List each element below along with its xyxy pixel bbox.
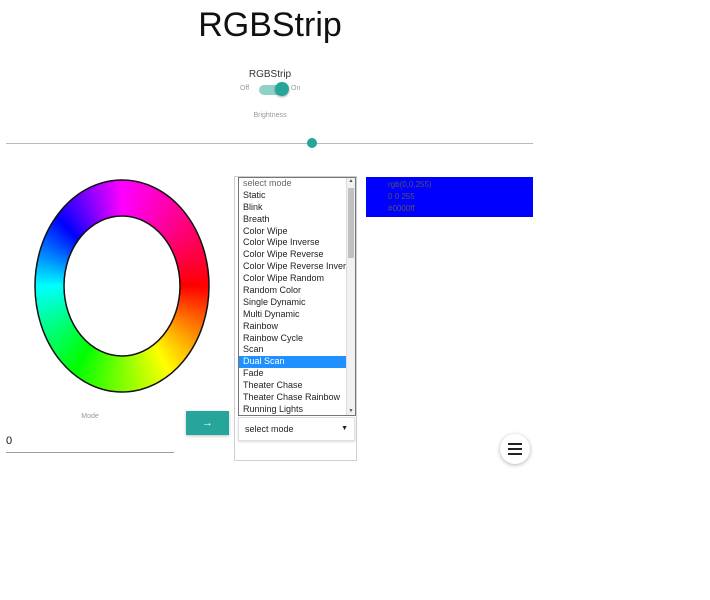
current-color-panel: rgb(0,0,255) 0 0 255 #0000ff	[366, 177, 533, 217]
color-wheel[interactable]	[34, 179, 210, 393]
mode-option[interactable]: Blink	[239, 202, 355, 214]
power-on-label: On	[291, 85, 301, 92]
mode-select[interactable]: select mode ▼	[238, 417, 355, 441]
option-list-scroll-thumb[interactable]	[348, 188, 354, 258]
color-wheel-icon[interactable]	[34, 179, 210, 393]
mode-option[interactable]: Rainbow Cycle	[239, 333, 355, 345]
power-off-label: Off	[240, 85, 250, 92]
mode-option[interactable]: Color Wipe Reverse	[239, 249, 355, 261]
mode-option[interactable]: Rainbow	[239, 321, 355, 333]
mode-select-value: select mode	[245, 424, 294, 434]
mode-option[interactable]: Single Dynamic	[239, 297, 355, 309]
mode-option-list[interactable]: select mode Static Blink Breath Color Wipe Co…	[238, 177, 356, 416]
menu-button[interactable]	[500, 434, 530, 464]
hamburger-menu-icon	[508, 443, 522, 445]
mode-option[interactable]: Running Lights	[239, 404, 355, 415]
page-title: RGBStrip	[198, 6, 342, 44]
mode-option[interactable]: Theater Chase Rainbow	[239, 392, 355, 404]
mode-input[interactable]	[6, 429, 174, 453]
hamburger-menu-icon	[508, 453, 522, 455]
mode-option[interactable]: Color Wipe Inverse	[239, 237, 355, 249]
mode-dropdown-panel: select mode Static Blink Breath Color Wipe Co…	[234, 176, 357, 461]
power-switch-label: RGBStrip	[248, 69, 292, 80]
brightness-label: Brightness	[253, 112, 287, 119]
mode-label: Mode	[81, 413, 99, 420]
scroll-up-arrow-icon[interactable]: ▲	[347, 178, 355, 185]
caret-down-icon: ▼	[341, 425, 348, 432]
mode-option[interactable]: Color Wipe Random	[239, 273, 355, 285]
mode-option[interactable]: Scan	[239, 344, 355, 356]
brightness-slider[interactable]	[6, 137, 533, 149]
hamburger-menu-icon	[508, 448, 522, 450]
mode-option[interactable]: Color Wipe	[239, 226, 355, 238]
mode-option[interactable]: Breath	[239, 214, 355, 226]
power-switch: Off On	[238, 82, 308, 98]
color-value-rgb: rgb(0,0,255)	[388, 180, 432, 189]
scroll-down-arrow-icon[interactable]: ▼	[347, 408, 355, 415]
mode-option[interactable]: Static	[239, 190, 355, 202]
mode-option[interactable]: Color Wipe Reverse Inverse	[239, 261, 355, 273]
mode-option[interactable]: Theater Chase	[239, 380, 355, 392]
brightness-slider-rail[interactable]	[6, 143, 533, 144]
power-toggle[interactable]	[259, 82, 289, 96]
mode-option[interactable]: Random Color	[239, 285, 355, 297]
mode-option[interactable]: select mode	[239, 178, 355, 190]
brightness-slider-thumb[interactable]	[306, 138, 317, 148]
color-value-hex: #0000ff	[388, 204, 415, 213]
power-toggle-thumb[interactable]	[275, 82, 289, 96]
apply-mode-button[interactable]: →	[186, 411, 229, 435]
mode-option[interactable]: Fade	[239, 368, 355, 380]
mode-option[interactable]: Multi Dynamic	[239, 309, 355, 321]
mode-option[interactable]: Dual Scan	[239, 356, 355, 369]
color-value-components: 0 0 255	[388, 192, 415, 201]
option-list-scrollbar[interactable]: ▲ ▼	[346, 178, 355, 415]
page: RGBStrip RGBStrip Off On Brightness Mode	[0, 0, 710, 600]
